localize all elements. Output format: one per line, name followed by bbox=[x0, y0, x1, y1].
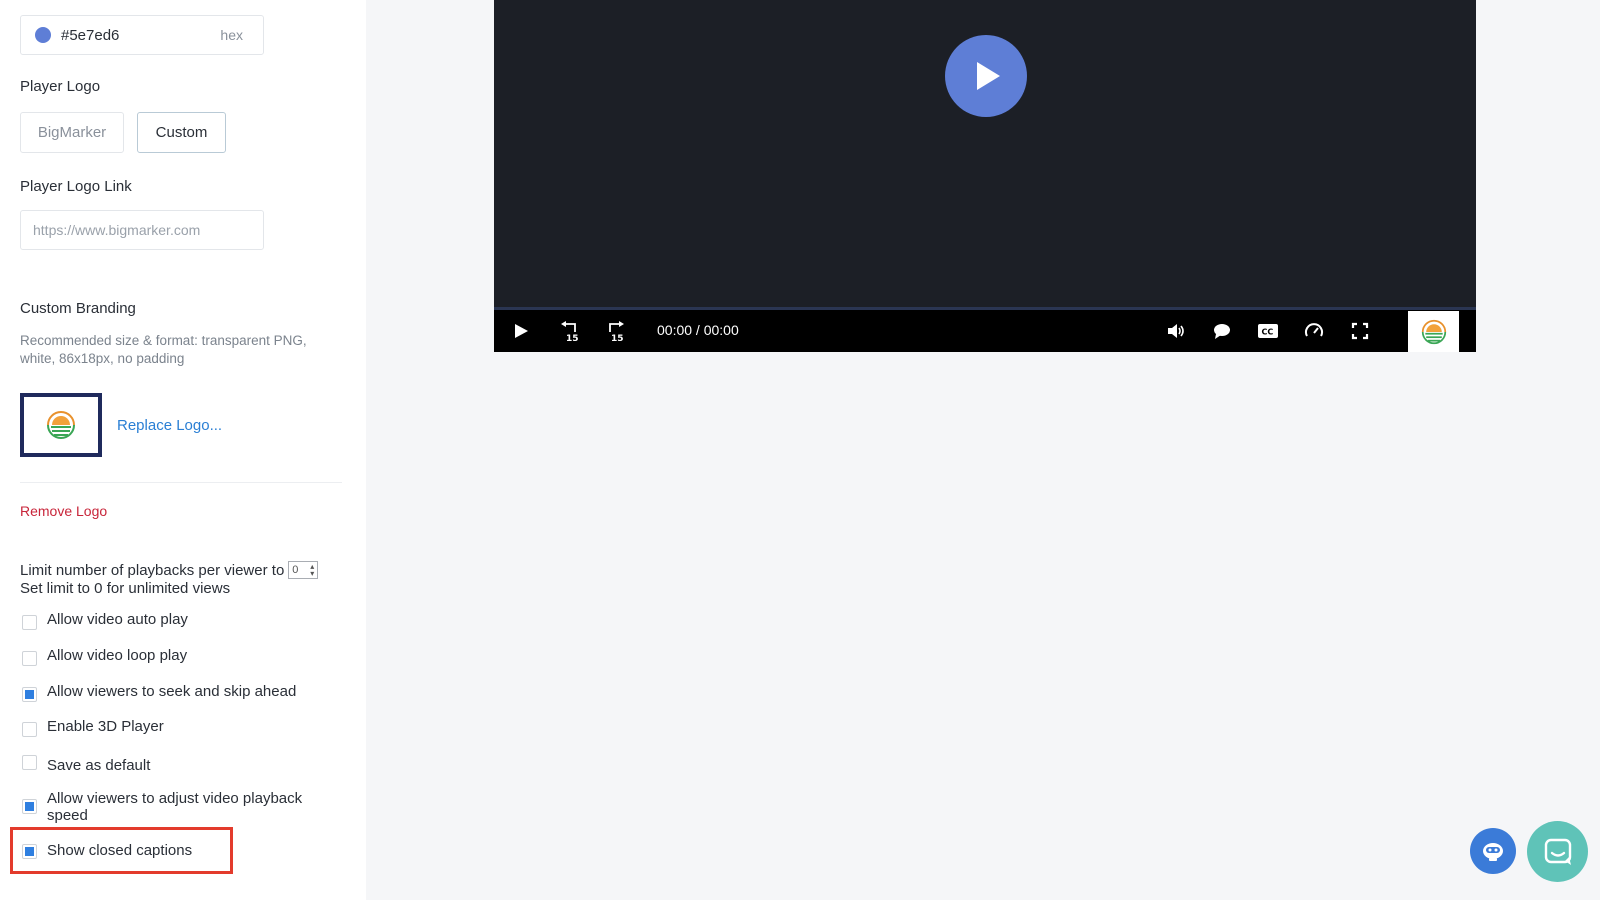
option-playback-speed[interactable]: Allow viewers to adjust video playback s… bbox=[22, 790, 342, 824]
custom-branding-label: Custom Branding bbox=[20, 300, 136, 317]
playback-limit-input[interactable]: 0 ▴ ▾ bbox=[288, 561, 319, 579]
svg-text:CC: CC bbox=[1262, 328, 1274, 337]
option-loop-play[interactable]: Allow video loop play bbox=[22, 647, 342, 666]
fullscreen-icon bbox=[1351, 322, 1369, 340]
chat-bubble-icon bbox=[1544, 838, 1571, 865]
volume-icon bbox=[1168, 324, 1184, 338]
chat-button[interactable] bbox=[1208, 310, 1236, 352]
robot-icon bbox=[1483, 843, 1503, 861]
player-brand-logo[interactable] bbox=[1408, 311, 1459, 352]
cc-icon: CC bbox=[1258, 324, 1278, 338]
playback-limit-help: Set limit to 0 for unlimited views bbox=[20, 580, 231, 597]
player-logo-label: Player Logo bbox=[20, 78, 101, 95]
svg-text:15: 15 bbox=[611, 334, 624, 342]
support-chat-button[interactable] bbox=[1527, 821, 1588, 882]
player-logo-link-input[interactable] bbox=[20, 210, 264, 250]
logo-preview bbox=[20, 393, 102, 457]
closed-captions-button[interactable]: CC bbox=[1254, 310, 1282, 352]
option-label: Enable 3D Player bbox=[47, 718, 164, 735]
chat-icon bbox=[1214, 324, 1230, 339]
option-seek-skip[interactable]: Allow viewers to seek and skip ahead bbox=[22, 683, 342, 702]
big-play-button[interactable] bbox=[945, 35, 1027, 117]
option-label: Allow video auto play bbox=[47, 611, 188, 628]
playback-limit-row: Limit number of playbacks per viewer to … bbox=[20, 561, 319, 579]
sunrise-logo-icon bbox=[1421, 319, 1446, 344]
option-label: Allow video loop play bbox=[47, 647, 188, 664]
color-swatch[interactable] bbox=[35, 27, 51, 43]
play-icon bbox=[977, 62, 1000, 90]
highlight-box bbox=[10, 827, 233, 874]
settings-sidebar: #5e7ed6 hex Player Logo BigMarker Custom… bbox=[0, 0, 366, 900]
option-save-default[interactable]: Save as default bbox=[22, 755, 342, 774]
logo-option-custom[interactable]: Custom bbox=[137, 112, 226, 153]
checkbox[interactable] bbox=[22, 722, 37, 737]
replace-logo-link[interactable]: Replace Logo... bbox=[117, 417, 222, 434]
forward-15-icon: 15 bbox=[609, 321, 624, 342]
playback-limit-value: 0 bbox=[292, 564, 299, 576]
assistant-bot-button[interactable] bbox=[1470, 828, 1516, 874]
brand-color-field[interactable]: #5e7ed6 hex bbox=[20, 15, 264, 55]
option-label: Save as default bbox=[47, 757, 151, 774]
time-display: 00:00 / 00:00 bbox=[657, 322, 739, 338]
option-auto-play[interactable]: Allow video auto play bbox=[22, 611, 342, 630]
svg-text:15: 15 bbox=[566, 334, 579, 342]
divider bbox=[20, 482, 342, 483]
remove-logo-link[interactable]: Remove Logo bbox=[20, 503, 107, 519]
color-value[interactable]: #5e7ed6 bbox=[61, 27, 220, 44]
stepper-icon[interactable]: ▴ ▾ bbox=[310, 563, 314, 578]
sunrise-logo-icon bbox=[47, 411, 75, 439]
speed-icon bbox=[1305, 323, 1323, 337]
video-player[interactable]: 15 15 00:00 / 00:00 CC bbox=[494, 0, 1476, 352]
checkbox[interactable] bbox=[22, 687, 37, 702]
checkbox[interactable] bbox=[22, 755, 37, 770]
option-3d-player[interactable]: Enable 3D Player bbox=[22, 718, 342, 737]
logo-option-bigmarker[interactable]: BigMarker bbox=[20, 112, 124, 153]
option-label: Allow viewers to seek and skip ahead bbox=[47, 683, 297, 700]
playback-speed-button[interactable] bbox=[1300, 310, 1328, 352]
checkbox[interactable] bbox=[22, 615, 37, 630]
playback-limit-label: Limit number of playbacks per viewer to bbox=[20, 561, 285, 579]
rewind-15-icon: 15 bbox=[561, 321, 579, 342]
play-button[interactable] bbox=[508, 310, 534, 352]
fullscreen-button[interactable] bbox=[1346, 310, 1374, 352]
rewind-15-button[interactable]: 15 bbox=[556, 310, 584, 352]
checkbox[interactable] bbox=[22, 651, 37, 666]
volume-button[interactable] bbox=[1162, 310, 1190, 352]
color-format-label: hex bbox=[220, 27, 243, 43]
checkbox[interactable] bbox=[22, 799, 37, 814]
player-controls: 15 15 00:00 / 00:00 CC bbox=[494, 310, 1476, 352]
option-label: Allow viewers to adjust video playback s… bbox=[47, 790, 303, 824]
play-icon bbox=[515, 324, 528, 338]
forward-15-button[interactable]: 15 bbox=[601, 310, 629, 352]
player-logo-link-label: Player Logo Link bbox=[20, 178, 132, 195]
branding-help-text: Recommended size & format: transparent P… bbox=[20, 333, 307, 366]
